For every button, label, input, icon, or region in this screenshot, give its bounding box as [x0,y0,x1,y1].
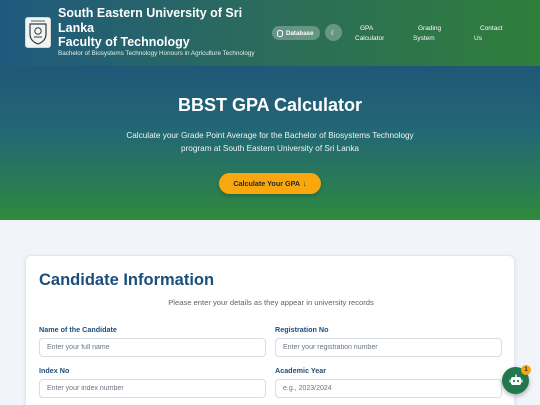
hero-description-line: program at South Eastern University of S… [181,143,359,153]
theme-toggle-button[interactable]: ☾ [325,24,342,41]
hero-description: Calculate your Grade Point Average for t… [100,130,440,155]
calculate-gpa-label: Calculate Your GPA [233,179,301,188]
site-title-line: South Eastern University of Sri [58,6,243,20]
robot-icon [509,374,522,385]
candidate-name-label: Name of the Candidate [39,325,117,334]
hero-description-line: Calculate your Grade Point Average for t… [126,131,414,140]
nav-link-contact-us[interactable]: Contact Us [474,24,514,44]
site-title-line: Faculty of Technology [58,35,190,49]
database-icon [277,29,283,37]
arrow-down-icon: ↓ [303,179,307,188]
calculate-gpa-button[interactable]: Calculate Your GPA ↓ [219,173,321,194]
nav-link-label: Contact [480,25,503,32]
index-no-label: Index No [39,366,70,375]
registration-no-input[interactable] [275,338,502,357]
registration-no-label: Registration No [275,325,329,334]
nav-link-label: Calculator [355,35,385,42]
moon-icon: ☾ [330,28,337,37]
nav-link-label: System [413,35,435,42]
candidate-info-card: Candidate Information Please enter your … [25,255,515,405]
nav-link-label: Grading [418,25,442,32]
card-title: Candidate Information [39,271,215,289]
notification-badge: 1 [521,365,531,375]
academic-year-label: Academic Year [275,366,327,375]
academic-year-input[interactable] [275,379,502,398]
database-button[interactable]: Database [272,26,320,40]
university-crest-icon[interactable] [25,17,51,48]
index-no-input[interactable] [39,379,266,398]
site-subtitle: Bachelor of Biosystems Technology Honour… [58,50,255,57]
candidate-name-input[interactable] [39,338,266,357]
nav-link-label: Us [474,35,482,42]
site-title: South Eastern University of Sri Lanka Fa… [58,6,268,50]
nav-link-label: GPA [360,25,374,32]
nav-link-gpa-calculator[interactable]: GPA Calculator [355,24,399,44]
database-button-label: Database [286,29,314,37]
hero-section: BBST GPA Calculator Calculate your Grade… [0,66,540,220]
site-header: South Eastern University of Sri Lanka Fa… [0,0,540,66]
hero-title: BBST GPA Calculator [177,95,363,115]
card-subtitle: Please enter your details as they appear… [168,298,374,307]
chatbot-button[interactable]: 1 [502,365,531,394]
nav-link-grading-system[interactable]: Grading System [413,24,457,44]
site-title-line: Lanka [58,20,95,35]
